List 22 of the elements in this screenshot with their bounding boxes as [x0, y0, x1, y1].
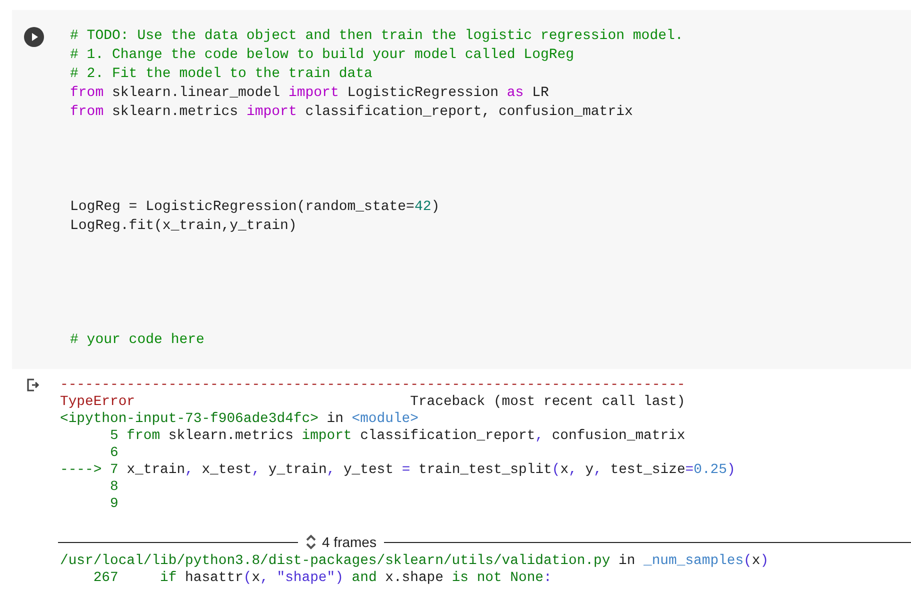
chevron-icon [306, 534, 316, 550]
traceback-line: /usr/local/lib/python3.8/dist-packages/sklearn/utils/validation.py in _num_samples(x) [60, 553, 770, 570]
traceback-line: ----> 7 x_train, x_test, y_train, y_test = train_test_split(x, y, test_size=0.25) [60, 462, 736, 479]
traceback-line: <ipython-input-73-f906ade3d4fc> in <module> [60, 411, 420, 428]
traceback-line: 5 from sklearn.metrics import classification_report, confusion_matrix [109, 428, 686, 445]
code-line: LogReg.fit(x_train,y_train) [70, 217, 298, 236]
code-line: from sklearn.linear_model import LogisticRegression as LR [70, 84, 550, 103]
code-line: # 1. Change the code below to build your model called LogReg [70, 46, 576, 65]
code-line: from sklearn.metrics import classification_report, confusion_matrix [70, 103, 634, 122]
traceback-line: 267 if hasattr(x, "shape") and x.shape is not None: [92, 570, 553, 587]
output-icon[interactable] [26, 378, 40, 392]
code-line: # TODO: Use the data object and then train the logistic regression model. [70, 27, 684, 46]
traceback-line: 8 [109, 479, 120, 496]
run-button-icon[interactable] [24, 27, 44, 47]
code-line: # 2. Fit the model to the train data [70, 65, 374, 84]
traceback-line: --------------------------------------------------------------------------- [60, 377, 686, 394]
traceback-line: 9 [109, 496, 120, 513]
frames-toggle[interactable]: 4 frames [298, 534, 384, 550]
code-line: # your code here [70, 331, 206, 350]
traceback-line: TypeError Traceback (most recent call last) [60, 394, 686, 411]
code-line: LogReg = LogisticRegression(random_state=42) [70, 198, 441, 217]
traceback-line: 6 [109, 445, 120, 462]
